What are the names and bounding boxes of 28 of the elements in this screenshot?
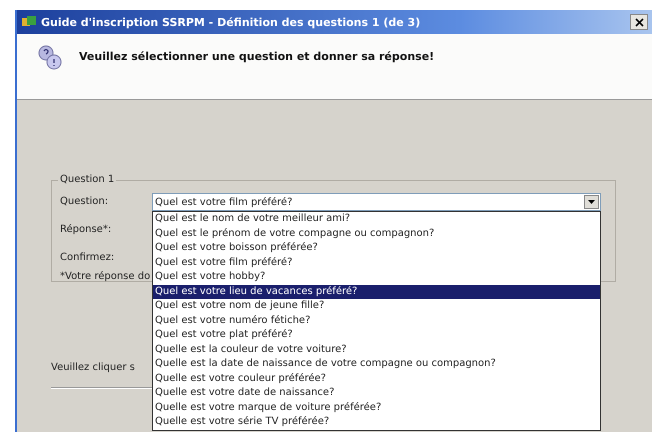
close-button[interactable]	[630, 14, 648, 30]
field-label: Confirmez:	[60, 251, 116, 263]
dropdown-option[interactable]: Quel est le nom de votre meilleur ami?	[153, 212, 600, 226]
header-text: Veuillez sélectionner une question et donner sa réponse!	[79, 50, 434, 63]
dropdown-option[interactable]: Quelle est la date de naissance de votre compagne ou compagnon?	[153, 357, 600, 372]
field-label: Question:	[60, 195, 110, 207]
dropdown-option[interactable]: Quel est le prénom de votre compagne ou compagnon?	[153, 226, 600, 241]
dropdown-option[interactable]: Quelle est votre série TV préférée?	[153, 415, 600, 430]
dropdown-option[interactable]: Quelle est votre date de naissance?	[153, 386, 600, 400]
dropdown-option[interactable]: Quel est votre numéro fétiche?	[153, 314, 600, 328]
dropdown-option[interactable]: Quelle est votre couleur préférée?	[153, 372, 600, 386]
dropdown-option[interactable]: Quel est votre boisson préférée?	[153, 241, 600, 256]
dropdown-option[interactable]: Quel est votre nom de jeune fille?	[153, 299, 600, 314]
question-dropdown[interactable]: Quel est votre film préféré?	[152, 193, 601, 211]
dropdown-option[interactable]: Quelle est votre marque de voiture préférée?	[153, 400, 600, 415]
dropdown-option[interactable]: Quelle est la couleur de votre voiture?	[153, 342, 600, 357]
question-icon	[37, 44, 63, 72]
window-title: Guide d'inscription SSRPM - Définition des questions 1 (de 3)	[41, 16, 422, 28]
note-text: *Votre réponse do	[60, 271, 150, 282]
dropdown-option[interactable]: Quel est votre plat préféré?	[153, 328, 600, 342]
instruction-text: Veuillez cliquer s	[51, 362, 135, 373]
app-icon	[21, 15, 37, 29]
group-title: Question 1	[58, 174, 116, 185]
close-icon	[634, 18, 644, 26]
dropdown-option[interactable]: Quel est votre hobby?	[153, 270, 600, 284]
dropdown-option[interactable]: Quel est votre lieu de vacances préféré?	[153, 284, 600, 299]
dropdown-option[interactable]: Quel est votre film préféré?	[153, 256, 600, 270]
field-label: Réponse*:	[60, 223, 112, 235]
